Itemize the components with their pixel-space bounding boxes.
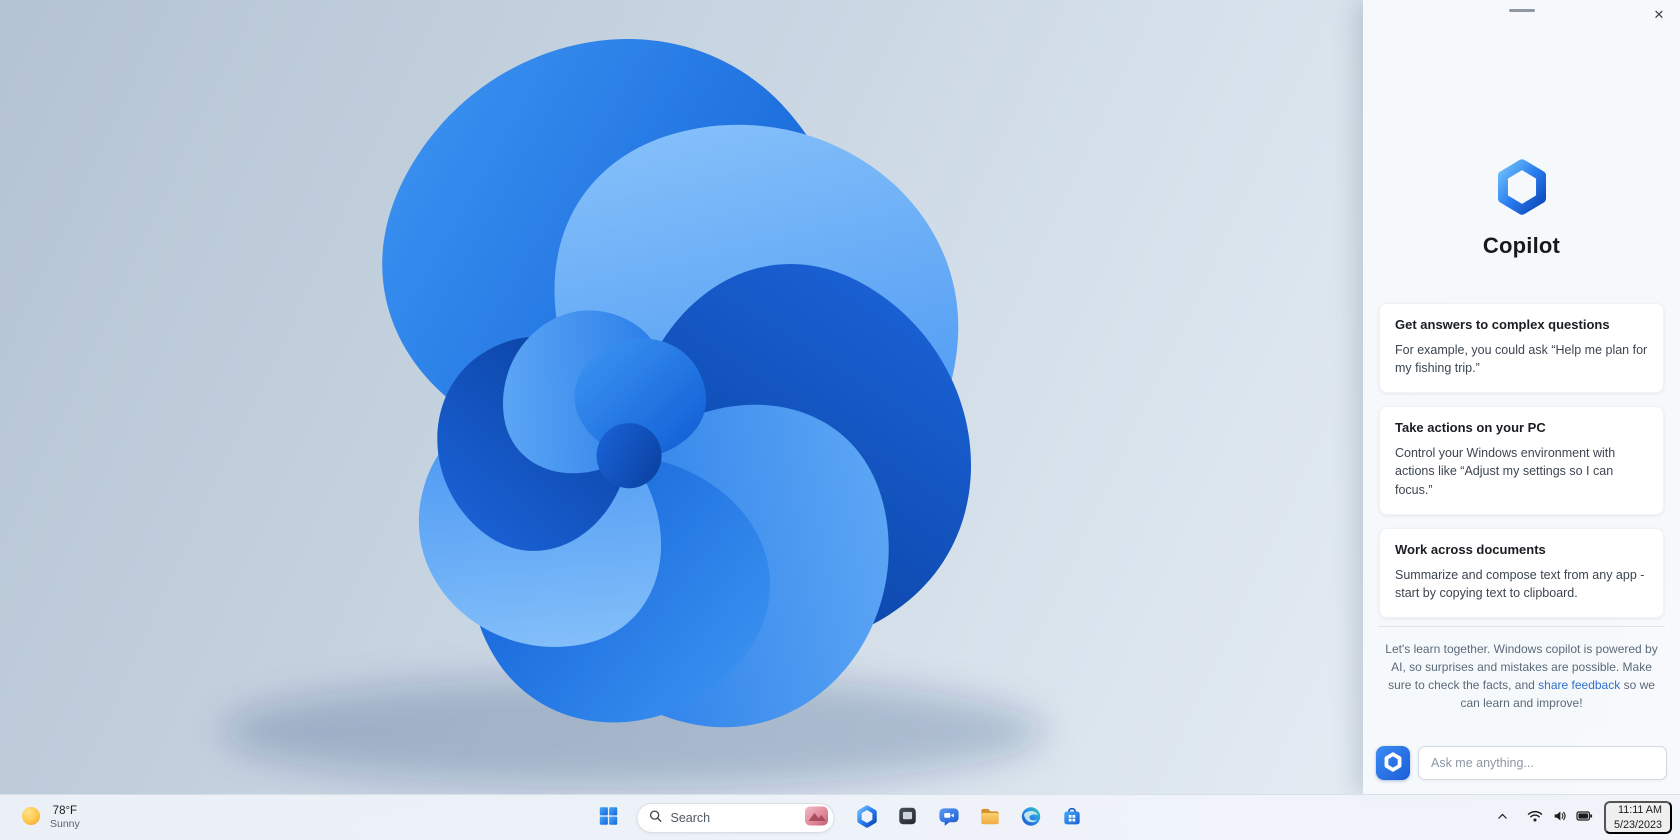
taskbar-copilot-button[interactable] (850, 801, 884, 835)
search-label: Search (670, 810, 711, 825)
weather-widget[interactable]: 78°F Sunny (10, 795, 90, 840)
edge-button[interactable] (1014, 801, 1048, 835)
taskbar: 78°F Sunny Search 11:11 AM 5/23/2023 (0, 794, 1680, 840)
copilot-panel-header: ✕ (1363, 0, 1680, 30)
card-take-actions: Take actions on your PC Control your Win… (1379, 406, 1664, 515)
copilot-mini-icon (1383, 751, 1403, 775)
wifi-icon (1527, 809, 1543, 826)
tray-date: 5/23/2023 (1613, 818, 1662, 831)
card-title: Work across documents (1395, 541, 1546, 557)
store-icon (1060, 805, 1083, 831)
hidden-icons-chevron-icon (1496, 810, 1509, 826)
copilot-logo-icon (1493, 158, 1551, 221)
start-button[interactable] (592, 801, 626, 835)
card-title: Take actions on your PC (1395, 420, 1546, 436)
taskbar-search-box[interactable]: Search (636, 802, 835, 833)
card-get-answers: Get answers to complex questions For exa… (1379, 303, 1664, 394)
copilot-chat-icon-button[interactable] (1376, 746, 1410, 780)
copilot-input-row (1376, 746, 1667, 780)
task-view-button[interactable] (891, 801, 925, 835)
start-icon (598, 805, 620, 830)
copilot-panel: ✕ Copilot Get answers to complex questio… (1363, 0, 1680, 794)
chat-button[interactable] (932, 801, 966, 835)
card-body: Summarize and compose text from any app … (1395, 567, 1645, 600)
share-feedback-link[interactable]: share feedback (1538, 678, 1620, 692)
file-explorer-button[interactable] (973, 801, 1007, 835)
copilot-disclaimer: Let's learn together. Windows copilot is… (1378, 640, 1665, 712)
task-view-icon (897, 805, 919, 830)
weather-text: 78°F Sunny (50, 804, 80, 832)
sun-icon (20, 805, 42, 830)
store-button[interactable] (1055, 801, 1089, 835)
bloom-wallpaper-art (221, 0, 1046, 789)
card-body: For example, you could ask “Help me plan… (1395, 343, 1648, 376)
card-title: Get answers to complex questions (1395, 317, 1610, 332)
chat-icon (937, 805, 960, 831)
file-explorer-icon (978, 805, 1001, 831)
edge-icon (1019, 805, 1042, 831)
tray-time: 11:11 AM (1617, 804, 1662, 817)
network-volume-battery-button[interactable] (1520, 801, 1600, 835)
copilot-icon (855, 804, 878, 831)
weather-condition: Sunny (50, 818, 80, 831)
card-body: Control your Windows environment with ac… (1395, 446, 1616, 497)
panel-close-button[interactable]: ✕ (1647, 3, 1671, 27)
clock[interactable]: 11:11 AM 5/23/2023 (1603, 801, 1672, 834)
copilot-ask-input[interactable] (1418, 746, 1667, 780)
battery-icon (1576, 810, 1593, 825)
search-icon (649, 809, 663, 826)
hidden-icons-button[interactable] (1489, 801, 1516, 835)
card-work-across-documents: Work across documents Summarize and comp… (1379, 527, 1664, 618)
taskbar-center-icons: Search (592, 795, 1089, 840)
volume-icon (1552, 809, 1567, 826)
panel-drag-handle[interactable] (1508, 9, 1535, 12)
copilot-suggestion-cards: Get answers to complex questions For exa… (1379, 303, 1664, 618)
system-tray: 11:11 AM 5/23/2023 (1489, 795, 1672, 840)
copilot-disclaimer-section: Let's learn together. Windows copilot is… (1378, 626, 1665, 712)
daily-image-thumbnail (805, 806, 829, 829)
copilot-title: Copilot (1482, 233, 1561, 258)
weather-temperature: 78°F (52, 804, 78, 817)
